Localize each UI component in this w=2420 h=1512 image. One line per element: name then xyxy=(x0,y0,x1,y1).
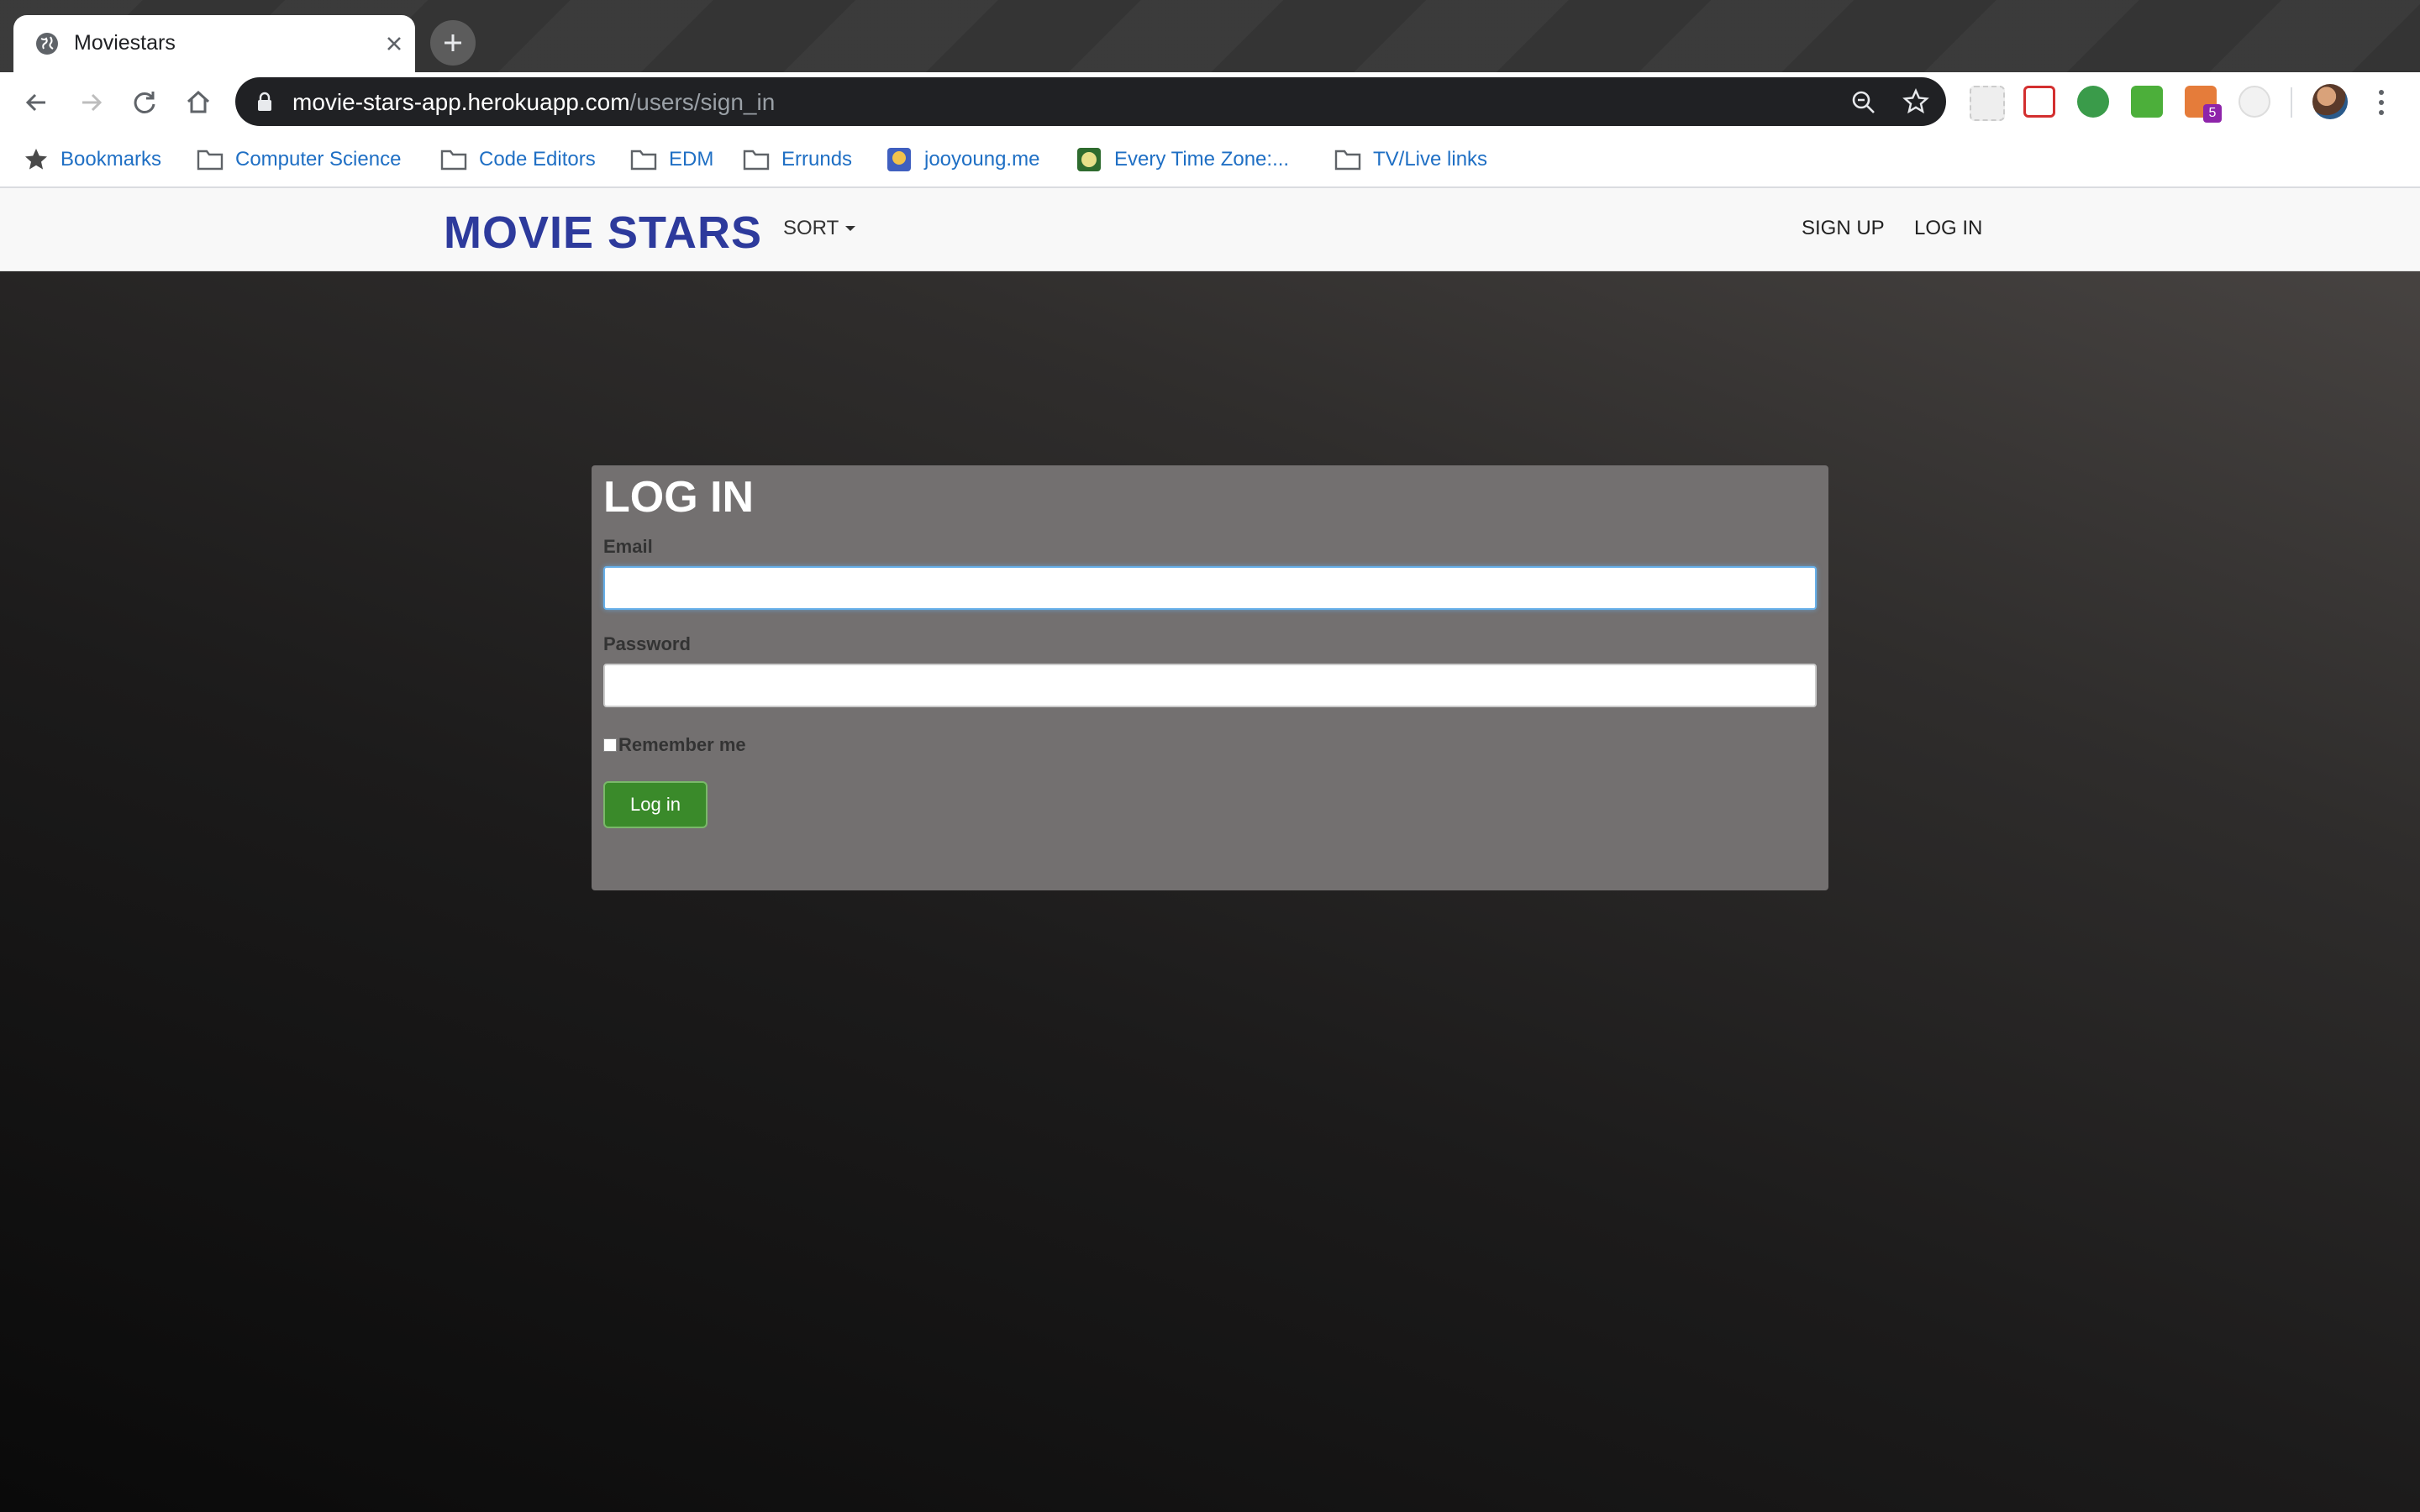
password-field[interactable] xyxy=(603,664,1817,707)
bookmark-code-editors[interactable]: Code Editors xyxy=(440,144,596,175)
extension-icon-3[interactable] xyxy=(2077,86,2109,118)
profile-avatar[interactable] xyxy=(2312,84,2348,119)
address-bar[interactable]: movie-stars-app.herokuapp.com/users/sign… xyxy=(235,77,1946,126)
site-navbar: MOVIE STARS SORT SIGN UP LOG IN xyxy=(0,188,2420,271)
login-panel: LOG IN Email Password Remember me Log in xyxy=(592,465,1828,890)
log-in-button[interactable]: Log in xyxy=(603,781,708,828)
log-in-link[interactable]: LOG IN xyxy=(1914,217,1982,240)
bookmark-every-time-zone[interactable]: Every Time Zone:... xyxy=(1076,144,1289,175)
email-field[interactable] xyxy=(603,566,1817,610)
new-tab-button[interactable] xyxy=(430,20,476,66)
password-label: Password xyxy=(603,633,691,654)
cors-extension-icon[interactable] xyxy=(2131,86,2163,118)
bookmark-label: Bookmarks xyxy=(60,148,162,171)
login-heading: LOG IN xyxy=(603,473,755,522)
sort-label: SORT xyxy=(783,217,839,239)
site-favicon-icon xyxy=(1077,148,1101,171)
sort-dropdown[interactable]: SORT xyxy=(783,217,856,240)
sign-up-link[interactable]: SIGN UP xyxy=(1802,217,1885,240)
remember-me-checkbox[interactable] xyxy=(603,738,617,752)
close-tab-icon[interactable] xyxy=(383,33,405,55)
globe-icon xyxy=(36,33,58,55)
folder-icon xyxy=(743,150,770,171)
folder-icon xyxy=(440,150,467,171)
bookmark-tv-live-links[interactable]: TV/Live links xyxy=(1334,144,1487,175)
caret-down-icon xyxy=(845,226,856,231)
bookmark-jooyoung[interactable]: jooyoung.me xyxy=(886,144,1039,175)
folder-icon xyxy=(197,150,224,171)
home-icon[interactable] xyxy=(182,86,215,119)
more-menu-icon[interactable] xyxy=(2376,87,2386,118)
page-content: MOVIE STARS SORT SIGN UP LOG IN LOG IN E… xyxy=(0,188,2420,1512)
extension-icon-2[interactable] xyxy=(2023,86,2055,118)
browser-toolbar: movie-stars-app.herokuapp.com/users/sign… xyxy=(0,72,2420,133)
star-icon xyxy=(25,149,47,170)
extension-icon-6[interactable] xyxy=(2238,86,2270,118)
bookmark-edm[interactable]: EDM xyxy=(630,144,713,175)
bookmark-computer-science[interactable]: Computer Science xyxy=(197,144,401,175)
bookmark-errunds[interactable]: Errunds xyxy=(743,144,852,175)
bookmark-star-icon[interactable] xyxy=(1902,88,1929,115)
reload-icon[interactable] xyxy=(128,86,161,119)
folder-icon xyxy=(1334,150,1361,171)
bookmark-label: Code Editors xyxy=(479,148,596,171)
tab-title: Moviestars xyxy=(74,31,176,55)
toolbar-divider xyxy=(2291,87,2292,118)
bookmark-label: EDM xyxy=(669,148,714,171)
browser-tab-strip: Moviestars xyxy=(0,0,2420,72)
bookmark-label: Computer Science xyxy=(235,148,402,171)
extension-badge: 5 xyxy=(2203,104,2222,123)
plus-icon xyxy=(445,34,461,51)
site-favicon-icon xyxy=(887,148,911,171)
email-label: Email xyxy=(603,536,653,557)
extension-icon-5[interactable]: 5 xyxy=(2185,86,2222,123)
bookmarks-bar: Bookmarks Computer Science Code Editors … xyxy=(0,133,2420,188)
remember-me-label[interactable]: Remember me xyxy=(618,734,746,756)
forward-icon[interactable] xyxy=(74,86,108,119)
bookmark-label: Every Time Zone:... xyxy=(1114,148,1290,171)
url-host: movie-stars-app.herokuapp.com xyxy=(292,89,630,115)
back-icon[interactable] xyxy=(20,86,54,119)
zoom-icon[interactable] xyxy=(1850,89,1877,116)
url-path: /users/sign_in xyxy=(629,89,776,115)
brand-logo-link[interactable]: MOVIE STARS xyxy=(444,207,762,259)
bookmark-label: TV/Live links xyxy=(1373,148,1488,171)
remember-me-row: Remember me xyxy=(603,734,746,756)
bookmark-label: Errunds xyxy=(781,148,853,171)
folder-icon xyxy=(630,150,657,171)
extension-icon-1[interactable] xyxy=(1970,86,2005,121)
url-text: movie-stars-app.herokuapp.com/users/sign… xyxy=(292,89,775,116)
browser-tab[interactable]: Moviestars xyxy=(13,15,415,72)
lock-icon xyxy=(258,92,271,111)
bookmark-bookmarks[interactable]: Bookmarks xyxy=(24,144,161,175)
bookmark-label: jooyoung.me xyxy=(924,148,1040,171)
